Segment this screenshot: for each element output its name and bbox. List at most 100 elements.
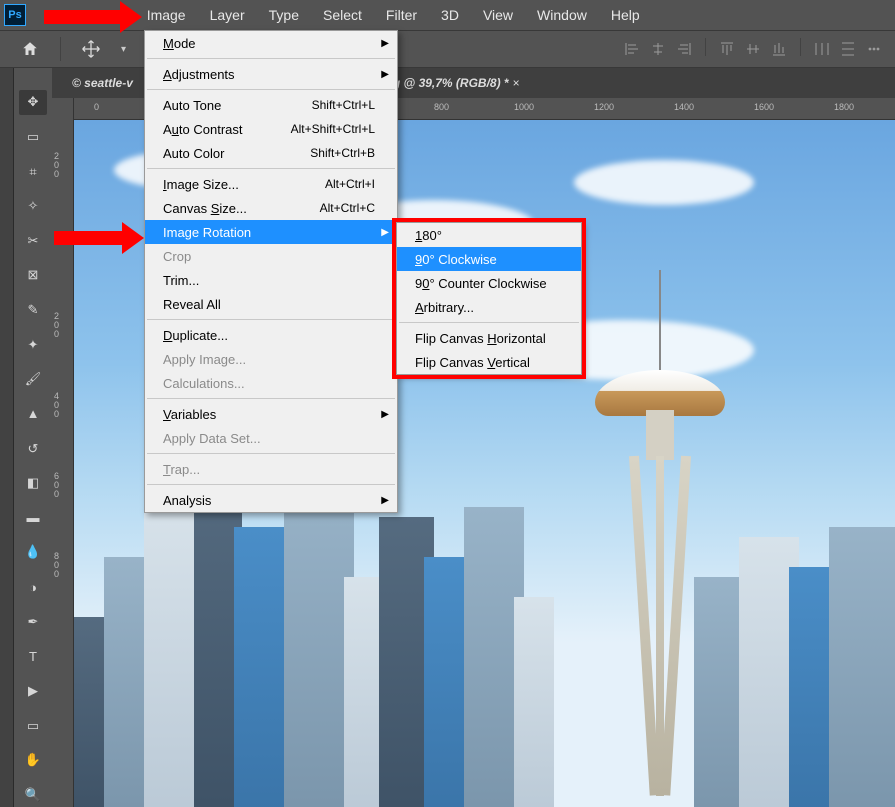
align-top-icon[interactable] [716,38,738,60]
ruler-tick: 1000 [514,102,534,112]
options-bar: ▾ ansform Controls [0,30,895,68]
healing-brush-tool[interactable]: ✦ [19,332,47,357]
separator [705,38,706,56]
rotation-menu-flip-canvas-horizontal[interactable]: Flip Canvas Horizontal [397,326,581,350]
lasso-tool[interactable]: ⌗ [19,159,47,184]
ruler-tick: 200 [54,152,59,179]
panel-strip [0,68,14,807]
crop-tool[interactable]: ✂ [19,229,47,254]
magic-wand-tool[interactable]: ✧ [19,194,47,219]
image-menu-crop: Crop [145,244,397,268]
hand-tool[interactable]: ✋ [19,748,47,773]
menu-layer[interactable]: Layer [198,1,257,29]
marquee-tool[interactable]: ▭ [19,125,47,150]
menu-window[interactable]: Window [525,1,599,29]
menu-separator [147,398,395,399]
menu-select[interactable]: Select [311,1,374,29]
menu-view[interactable]: View [471,1,525,29]
image-menu-duplicate[interactable]: Duplicate... [145,323,397,347]
clone-stamp-tool[interactable]: ▲ [19,402,47,427]
image-menu-mode[interactable]: Mode▶ [145,31,397,55]
app-logo: Ps [4,4,26,26]
move-tool[interactable]: ✥ [19,90,47,115]
image-menu-auto-tone[interactable]: Auto ToneShift+Ctrl+L [145,93,397,117]
type-tool[interactable]: T [19,644,47,669]
image-menu-analysis[interactable]: Analysis▶ [145,488,397,512]
eyedropper-tool[interactable]: ✎ [19,298,47,323]
menu-separator [147,89,395,90]
tab-close-icon[interactable]: × [513,76,520,90]
ruler-tick: 0 [94,102,99,112]
eraser-tool[interactable]: ◧ [19,471,47,496]
align-left-icon[interactable] [621,38,643,60]
align-center-v-icon[interactable] [742,38,764,60]
rotation-menu-90-clockwise[interactable]: 90° Clockwise [397,247,581,271]
blur-tool[interactable]: 💧 [19,540,47,565]
image-menu-trap: Trap... [145,457,397,481]
rotation-menu-180[interactable]: 180° [397,223,581,247]
separator [800,38,801,56]
rotation-menu-arbitrary[interactable]: Arbitrary... [397,295,581,319]
menu-separator [147,168,395,169]
menu-separator [399,322,579,323]
image-menu-canvas-size[interactable]: Canvas Size...Alt+Ctrl+C [145,196,397,220]
menu-type[interactable]: Type [257,1,311,29]
image-menu-auto-color[interactable]: Auto ColorShift+Ctrl+B [145,141,397,165]
menu-image[interactable]: Image [135,1,198,29]
image-rotation-submenu: 180°90° Clockwise90° Counter ClockwiseAr… [396,222,582,375]
submenu-arrow-icon: ▶ [381,38,389,49]
ruler-tick: 1200 [594,102,614,112]
rotation-menu-flip-canvas-vertical[interactable]: Flip Canvas Vertical [397,350,581,374]
image-menu-apply-image: Apply Image... [145,347,397,371]
menu-3d[interactable]: 3D [429,1,471,29]
align-right-icon[interactable] [673,38,695,60]
more-options-icon[interactable] [863,38,885,60]
submenu-arrow-icon: ▶ [381,495,389,506]
submenu-arrow-icon: ▶ [381,69,389,80]
image-menu-trim[interactable]: Trim... [145,268,397,292]
image-menu-image-size[interactable]: Image Size...Alt+Ctrl+I [145,172,397,196]
home-icon[interactable] [18,37,42,61]
ruler-tick: 1400 [674,102,694,112]
distribute-v-icon[interactable] [837,38,859,60]
menu-help[interactable]: Help [599,1,652,29]
frame-tool[interactable]: ⊠ [19,263,47,288]
gradient-tool[interactable]: ▬ [19,506,47,531]
zoom-tool[interactable]: 🔍 [19,783,47,807]
toolbar: ✥ ▭ ⌗ ✧ ✂ ⊠ ✎ ✦ 🖌 ▲ ↺ ◧ ▬ 💧 ◑ ✒ T ▶ ▭ ✋ 🔍 [14,68,52,807]
align-center-h-icon[interactable] [647,38,669,60]
move-tool-icon[interactable] [79,37,103,61]
path-selection-tool[interactable]: ▶ [19,679,47,704]
image-menu-dropdown: Mode▶Adjustments▶Auto ToneShift+Ctrl+LAu… [144,30,398,513]
menu-separator [147,58,395,59]
history-brush-tool[interactable]: ↺ [19,436,47,461]
menu-separator [147,484,395,485]
dodge-tool[interactable]: ◑ [19,575,47,600]
image-menu-calculations: Calculations... [145,371,397,395]
pen-tool[interactable]: ✒ [19,609,47,634]
image-menu-reveal-all[interactable]: Reveal All [145,292,397,316]
ruler-tick: 1600 [754,102,774,112]
menu-separator [147,453,395,454]
align-bottom-icon[interactable] [768,38,790,60]
ruler-tick: 200 [54,312,59,339]
image-menu-apply-data-set: Apply Data Set... [145,426,397,450]
image-menu-variables[interactable]: Variables▶ [145,402,397,426]
submenu-arrow-icon: ▶ [381,227,389,238]
image-menu-adjustments[interactable]: Adjustments▶ [145,62,397,86]
menu-separator [147,319,395,320]
rectangle-tool[interactable]: ▭ [19,713,47,738]
ruler-tick: 400 [54,392,59,419]
distribute-h-icon[interactable] [811,38,833,60]
image-menu-auto-contrast[interactable]: Auto ContrastAlt+Shift+Ctrl+L [145,117,397,141]
image-menu-image-rotation[interactable]: Image Rotation▶ [145,220,397,244]
ruler-tick: 600 [54,472,59,499]
tab-title-right: g @ 39,7% (RGB/8) * [393,76,509,90]
rotation-menu-90-counter-clockwise[interactable]: 90° Counter Clockwise [397,271,581,295]
ruler-tick: 800 [54,552,59,579]
ruler-tick: 800 [434,102,449,112]
brush-tool[interactable]: 🖌 [19,367,47,392]
ruler-tick: 1800 [834,102,854,112]
menu-filter[interactable]: Filter [374,1,429,29]
separator [60,37,61,61]
